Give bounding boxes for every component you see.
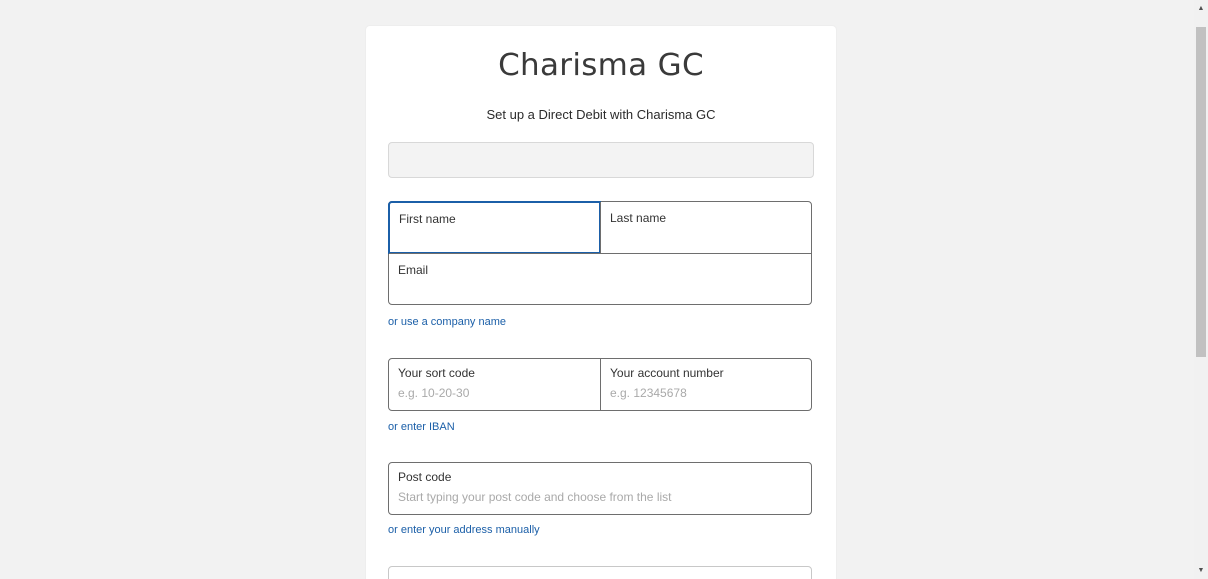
bank-details-fieldset: Your sort code e.g. 10-20-30 Your accoun… <box>388 358 812 411</box>
email-field[interactable]: Email <box>389 254 811 304</box>
form-area: First name Last name Email or use a comp… <box>366 26 836 579</box>
account-number-label: Your account number <box>610 366 724 380</box>
account-number-field[interactable]: Your account number e.g. 12345678 <box>600 359 811 410</box>
email-label: Email <box>398 263 429 277</box>
next-field-partial[interactable] <box>388 566 812 579</box>
first-name-label: First name <box>399 212 456 226</box>
enter-iban-link[interactable]: or enter IBAN <box>388 421 455 433</box>
name-email-fieldset: First name Last name Email <box>388 201 812 305</box>
sort-code-label: Your sort code <box>398 366 475 380</box>
scroll-thumb[interactable] <box>1196 27 1206 357</box>
post-code-fieldset: Post code Start typing your post code an… <box>388 462 812 515</box>
arrow-up-icon[interactable]: ▲ <box>1194 0 1208 17</box>
page: Charisma GC Set up a Direct Debit with C… <box>0 0 1208 579</box>
post-code-label: Post code <box>398 470 452 484</box>
first-name-field[interactable]: First name <box>388 201 601 254</box>
enter-address-manually-link[interactable]: or enter your address manually <box>388 524 540 536</box>
use-company-name-link[interactable]: or use a company name <box>388 316 506 328</box>
last-name-field[interactable]: Last name <box>600 202 812 253</box>
arrow-down-icon[interactable]: ▼ <box>1194 562 1208 579</box>
sort-code-field[interactable]: Your sort code e.g. 10-20-30 <box>389 359 600 410</box>
vertical-scrollbar[interactable]: ▲ ▼ <box>1194 0 1208 579</box>
post-code-field[interactable]: Post code Start typing your post code an… <box>389 463 811 514</box>
last-name-label: Last name <box>610 211 667 225</box>
account-number-placeholder: e.g. 12345678 <box>610 386 687 400</box>
post-code-placeholder: Start typing your post code and choose f… <box>398 490 672 504</box>
sort-code-placeholder: e.g. 10-20-30 <box>398 386 470 400</box>
